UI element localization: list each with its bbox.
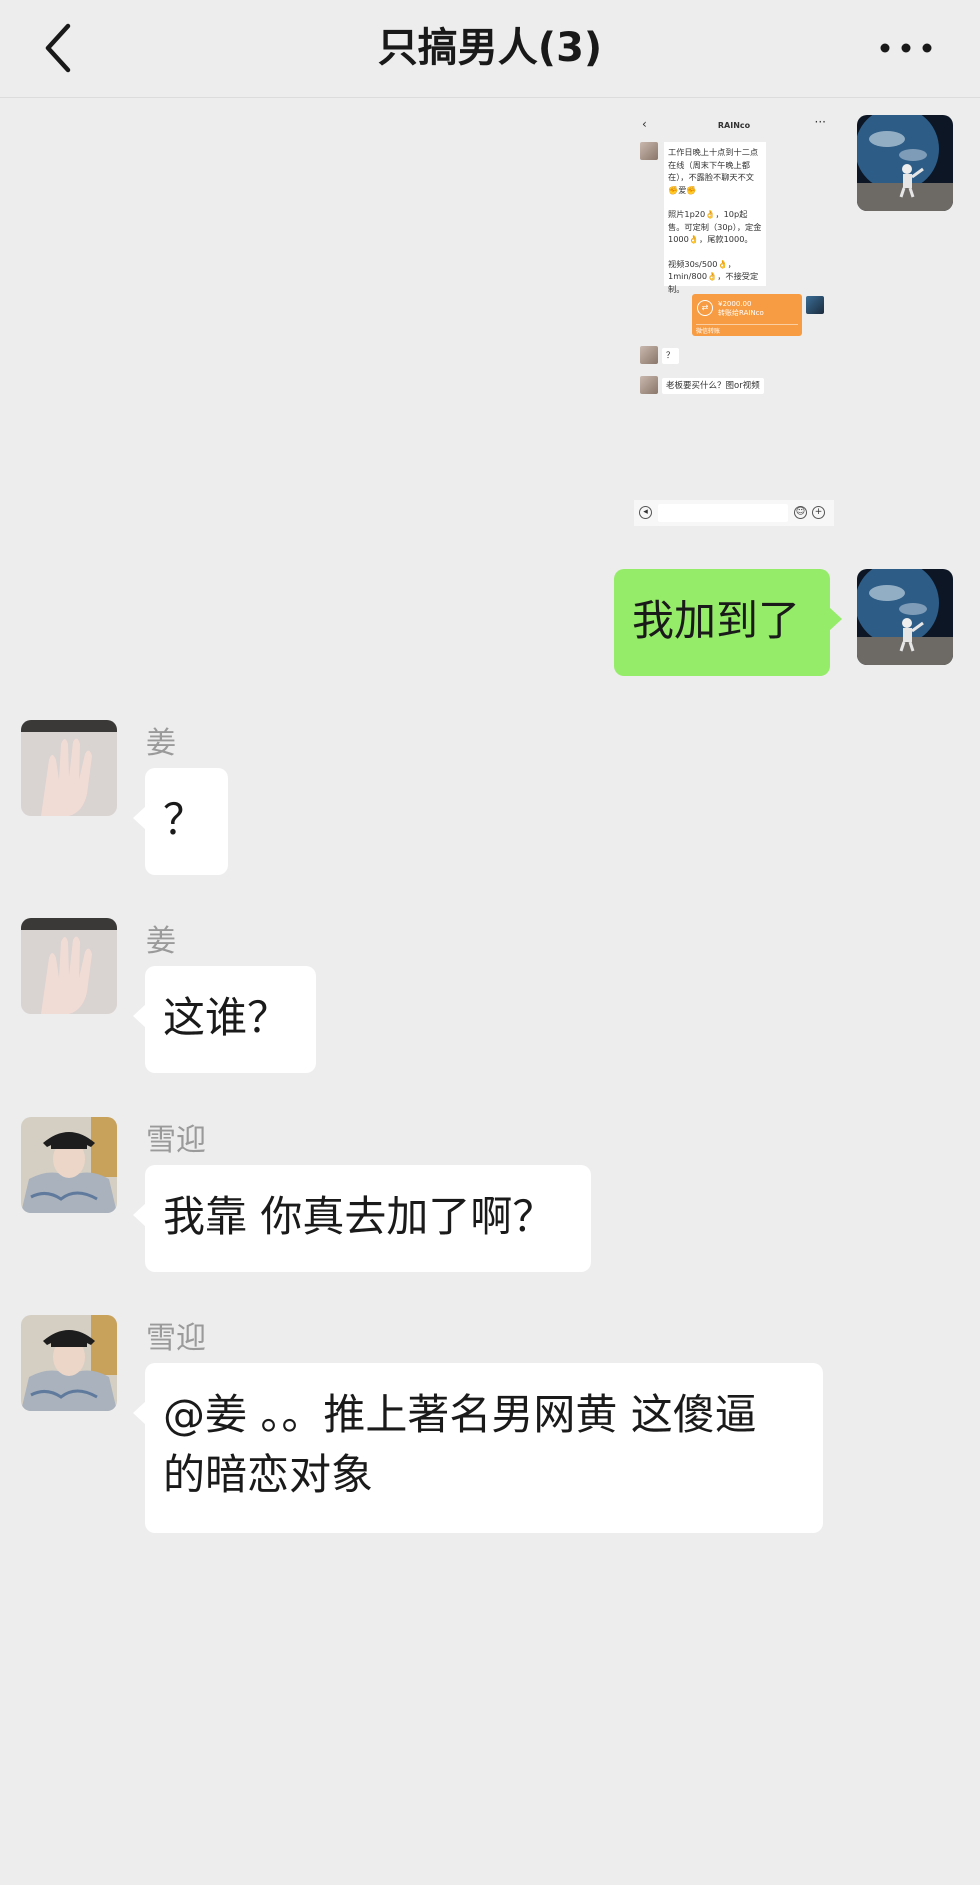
person-avatar-icon	[21, 1117, 117, 1213]
message-bubble[interactable]: ？	[133, 768, 228, 875]
sender-name: 姜	[146, 924, 176, 959]
plus-icon: +	[812, 506, 825, 519]
screenshot-reply: 老板要买什么？图or视频	[662, 378, 764, 394]
astronaut-avatar-icon	[857, 115, 953, 211]
chat-title: 只搞男人(3)	[377, 25, 603, 71]
screenshot-avatar	[640, 346, 658, 364]
screenshot-card-line: 视频30s/500👌，1min/800👌，不接受定制。	[668, 258, 759, 294]
message-text-line: @姜 。。推上著名男网黄 这傻逼	[163, 1390, 757, 1439]
self-avatar[interactable]	[857, 115, 953, 211]
screenshot-image-message[interactable]: ‹ RAINco ··· 工作日晚上十点到十二点在线（周末下午晚上都在），不露脸…	[634, 114, 834, 526]
message-text: 这谁？	[163, 993, 290, 1042]
avatar-jiang[interactable]	[21, 918, 117, 1014]
transfer-desc: 转账给RAINco	[718, 309, 764, 317]
sender-name: 雪迎	[146, 1123, 206, 1158]
avatar-xueying[interactable]	[21, 1117, 117, 1213]
message-bubble[interactable]: 这谁？	[133, 966, 316, 1073]
more-button[interactable]	[876, 30, 936, 66]
sender-name: 姜	[146, 726, 176, 761]
screenshot-avatar	[640, 376, 658, 394]
message-text: ？	[163, 795, 206, 844]
message-bubble[interactable]: 我靠 你真去加了啊？	[133, 1165, 591, 1272]
screenshot-card-line: 工作日晚上十点到十二点在线（周末下午晚上都在），不露脸不聊天不文✊爱✊	[668, 147, 759, 195]
avatar-jiang[interactable]	[21, 720, 117, 816]
more-dots-icon	[880, 43, 932, 53]
message-bubble[interactable]: @姜 。。推上著名男网黄 这傻逼 的暗恋对象	[133, 1363, 823, 1533]
message-text: 我加到了	[632, 596, 801, 645]
screenshot-title: RAINco	[717, 121, 751, 130]
screenshot-more-icon: ···	[814, 115, 826, 129]
message-bubble-self[interactable]: 我加到了	[614, 569, 842, 676]
self-avatar[interactable]	[857, 569, 953, 665]
emoji-icon: ☺	[794, 506, 807, 519]
transfer-footer: 微信转账	[696, 324, 798, 336]
voice-icon: ◂	[639, 506, 652, 519]
transfer-icon: ⇄	[697, 300, 713, 316]
hand-avatar-icon	[21, 918, 117, 1014]
hand-avatar-icon	[21, 720, 117, 816]
screenshot-avatar	[640, 142, 658, 160]
message-text-line: 的暗恋对象	[163, 1450, 374, 1499]
sender-name: 雪迎	[146, 1321, 206, 1356]
screenshot-input-field	[658, 504, 788, 522]
screenshot-card-line: 照片1p20👌，10p起售。可定制（30p），定金1000👌，尾款1000。	[668, 209, 762, 244]
avatar-xueying[interactable]	[21, 1315, 117, 1411]
message-text: 我靠 你真去加了啊？	[163, 1192, 555, 1241]
person-avatar-icon	[21, 1315, 117, 1411]
screenshot-input-bar: ◂ ☺ +	[634, 500, 834, 526]
screenshot-reply: ？	[662, 348, 679, 364]
transfer-amount: ¥2000.00	[718, 300, 752, 308]
screenshot-transfer-card: ⇄ ¥2000.00 转账给RAINco 微信转账	[692, 294, 802, 336]
screenshot-header: ‹ RAINco ···	[634, 114, 834, 138]
astronaut-avatar-icon	[857, 569, 953, 665]
screenshot-price-card: 工作日晚上十点到十二点在线（周末下午晚上都在），不露脸不聊天不文✊爱✊ 照片1p…	[664, 142, 766, 294]
screenshot-self-avatar	[806, 296, 824, 314]
chat-header: 只搞男人(3)	[0, 0, 980, 98]
